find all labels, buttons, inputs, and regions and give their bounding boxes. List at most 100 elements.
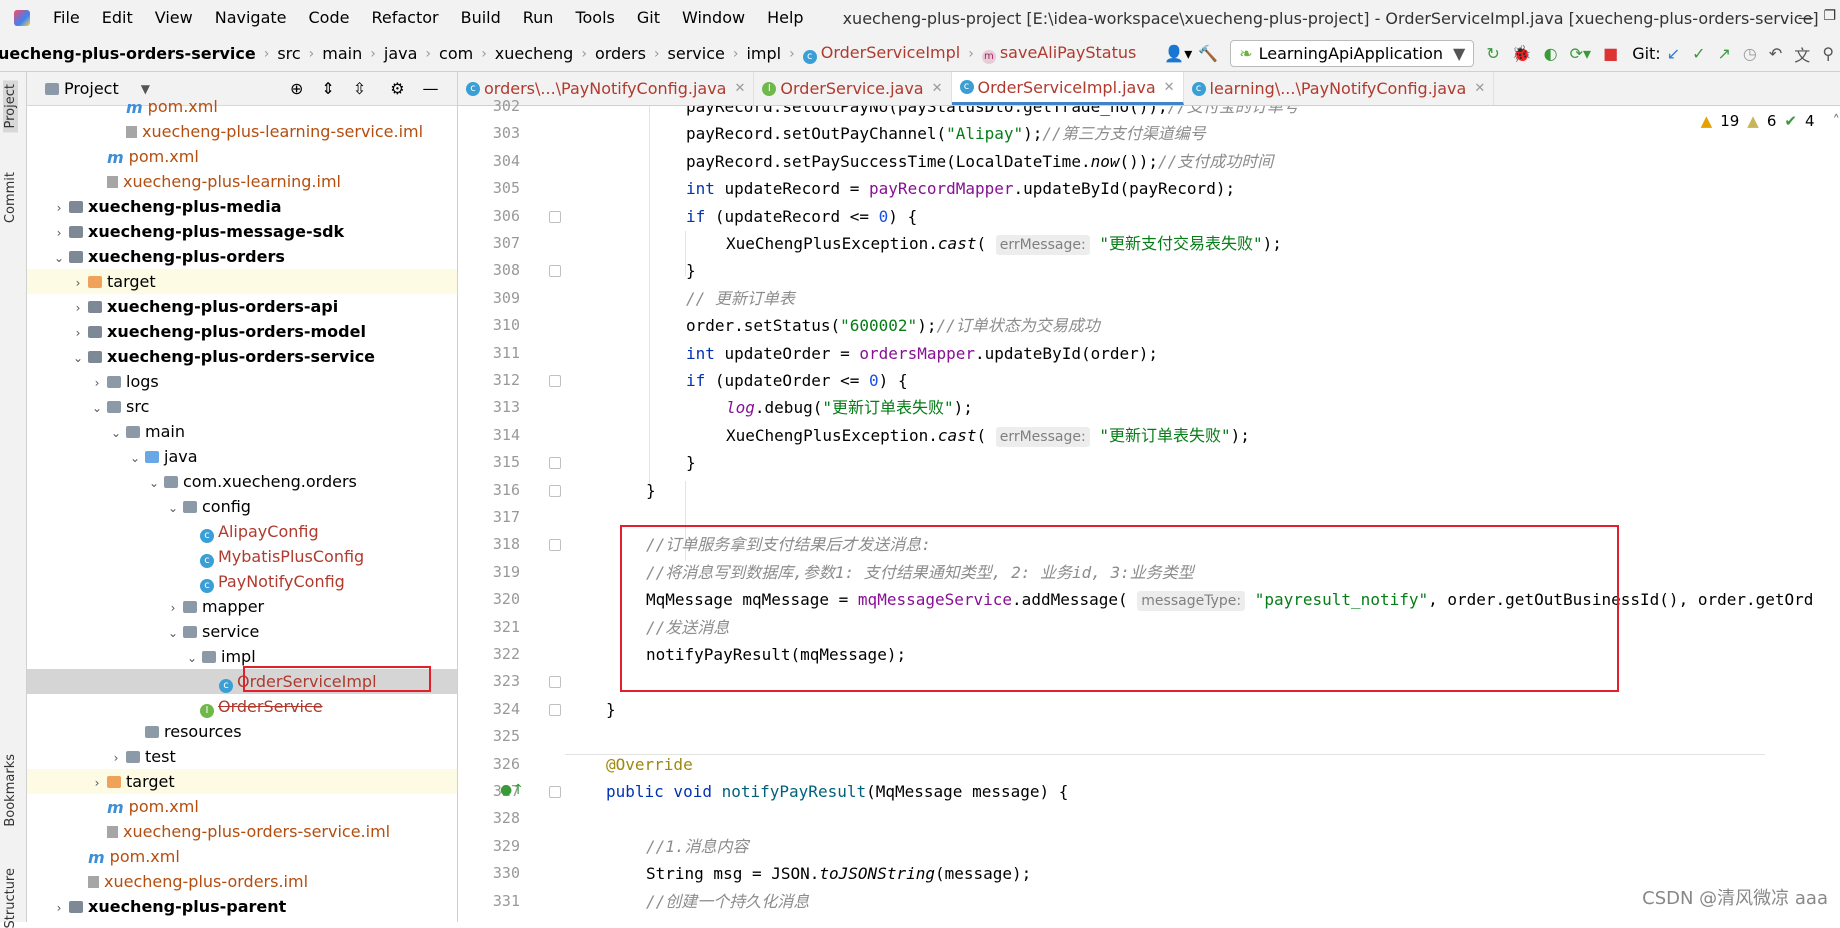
debug-icon[interactable]: 🐞 (1512, 44, 1532, 63)
tree-item[interactable]: xuecheng-plus-orders.iml (27, 869, 457, 894)
tree-item[interactable]: cAlipayConfig (27, 519, 457, 544)
chevron-up-icon[interactable]: ˄ (1833, 112, 1840, 130)
menu-build[interactable]: Build (450, 0, 512, 36)
chevron-down-icon[interactable]: ⌄ (165, 621, 181, 646)
fold-marker-icon[interactable] (549, 211, 561, 223)
tree-item[interactable]: ›test (27, 744, 457, 769)
fold-marker-icon[interactable] (549, 457, 561, 469)
chevron-right-icon[interactable]: › (51, 221, 67, 246)
user-icon[interactable]: 👤▾ (1164, 44, 1192, 63)
tree-item[interactable]: ›target (27, 269, 457, 294)
tree-item[interactable]: ›xuecheng-plus-parent (27, 894, 457, 919)
code-line[interactable]: int updateOrder = ordersMapper.updateByI… (686, 340, 1158, 367)
breadcrumb-item[interactable]: java (380, 44, 422, 63)
code-line[interactable]: log.debug("更新订单表失败"); (726, 394, 973, 421)
chevron-right-icon[interactable]: › (70, 321, 86, 346)
chevron-right-icon[interactable]: › (51, 196, 67, 221)
menu-code[interactable]: Code (298, 0, 361, 36)
fold-marker-icon[interactable] (549, 676, 561, 688)
code-line[interactable]: String msg = JSON.toJSONString(message); (646, 860, 1031, 887)
code-editor[interactable]: payRecord.setOutPayNo(payStatusDto.getTr… (565, 106, 1840, 922)
search-icon[interactable]: ⚲ (1822, 44, 1834, 63)
tree-item[interactable]: IOrderService (27, 694, 457, 719)
rerun-icon[interactable]: ↻ (1486, 44, 1499, 63)
chevron-down-icon[interactable]: ⌄ (146, 471, 162, 496)
breadcrumb-item[interactable]: cOrderServiceImpl (799, 43, 965, 64)
menu-edit[interactable]: Edit (91, 0, 144, 36)
bookmarks-tool-button[interactable]: Bookmarks (3, 754, 18, 827)
code-line[interactable]: } (606, 696, 616, 723)
git-history-icon[interactable]: ◷ (1743, 44, 1757, 63)
git-commit-icon[interactable]: ✓ (1692, 44, 1705, 63)
tree-item[interactable]: cPayNotifyConfig (27, 569, 457, 594)
chevron-right-icon[interactable]: › (51, 896, 67, 921)
chevron-down-icon[interactable]: ⌄ (70, 346, 86, 371)
tree-item[interactable]: ⌄java (27, 444, 457, 469)
tree-item[interactable]: ⌄src (27, 394, 457, 419)
git-push-icon[interactable]: ↗ (1718, 44, 1731, 63)
profile-icon[interactable]: ⟳▾ (1570, 44, 1591, 63)
chevron-right-icon[interactable]: › (165, 596, 181, 621)
chevron-right-icon[interactable]: › (89, 771, 105, 796)
chevron-down-icon[interactable]: ⌄ (127, 446, 143, 471)
tree-item[interactable]: ⌄config (27, 494, 457, 519)
tree-item[interactable]: ›xuecheng-plus-media (27, 194, 457, 219)
chevron-down-icon[interactable]: ⌄ (108, 421, 124, 446)
breadcrumb-item[interactable]: uecheng-plus-orders-service (0, 44, 260, 63)
menu-help[interactable]: Help (756, 0, 814, 36)
breadcrumb-item[interactable]: impl (742, 44, 785, 63)
editor-tab[interactable]: cOrderServiceImpl.java✕ (952, 72, 1184, 105)
tree-item[interactable]: ⌄xuecheng-plus-orders-service (27, 344, 457, 369)
close-tab-icon[interactable]: ✕ (734, 81, 745, 96)
fold-marker-icon[interactable] (549, 375, 561, 387)
chevron-right-icon[interactable]: › (108, 746, 124, 771)
tree-item[interactable]: mpom.xml (27, 94, 457, 119)
close-tab-icon[interactable]: ✕ (1474, 81, 1485, 96)
project-tool-button[interactable]: Project (3, 80, 18, 132)
code-line[interactable]: payRecord.setOutPayNo(payStatusDto.getTr… (686, 106, 1299, 120)
code-line[interactable]: order.setStatus("600002");//订单状态为交易成功 (686, 312, 1100, 339)
tree-item[interactable]: mpom.xml (27, 144, 457, 169)
run-configuration-select[interactable]: ❧ LearningApiApplication ▼ (1230, 40, 1474, 67)
code-line[interactable]: XueChengPlusException.cast( errMessage: … (726, 422, 1250, 449)
stop-icon[interactable]: ■ (1603, 44, 1618, 63)
code-line[interactable]: if (updateRecord <= 0) { (686, 203, 917, 230)
menu-refactor[interactable]: Refactor (360, 0, 449, 36)
code-line[interactable]: } (646, 477, 656, 504)
chevron-right-icon[interactable]: › (89, 371, 105, 396)
tree-item[interactable]: mpom.xml (27, 794, 457, 819)
tree-item[interactable]: ⌄service (27, 619, 457, 644)
tree-item[interactable]: resources (27, 719, 457, 744)
tree-item[interactable]: xuecheng-plus-orders-service.iml (27, 819, 457, 844)
close-tab-icon[interactable]: ✕ (932, 81, 943, 96)
fold-marker-icon[interactable] (549, 704, 561, 716)
fold-marker-icon[interactable] (549, 485, 561, 497)
tree-item[interactable]: ›target (27, 769, 457, 794)
tree-item[interactable]: ⌄main (27, 419, 457, 444)
code-line[interactable]: XueChengPlusException.cast( errMessage: … (726, 230, 1282, 257)
structure-tool-button[interactable]: Structure (3, 868, 18, 928)
chevron-right-icon[interactable]: › (70, 296, 86, 321)
coverage-icon[interactable]: ◐ (1544, 44, 1558, 63)
inspection-widget[interactable]: ▲19 ▲6 ✔4 ˄ (1701, 112, 1840, 130)
tree-item[interactable]: ›xuecheng-plus-message-sdk (27, 219, 457, 244)
code-line[interactable]: public void notifyPayResult(MqMessage me… (606, 778, 1068, 805)
breadcrumb-item[interactable]: orders (591, 44, 650, 63)
code-line[interactable]: payRecord.setOutPayChannel("Alipay");//第… (686, 120, 1206, 147)
editor-tab[interactable]: IOrderService.java✕ (754, 72, 951, 105)
editor-tab[interactable]: clearning\...\PayNotifyConfig.java✕ (1184, 72, 1495, 105)
tree-item[interactable]: ›mapper (27, 594, 457, 619)
tree-item[interactable]: cMybatisPlusConfig (27, 544, 457, 569)
chevron-down-icon[interactable]: ⌄ (184, 646, 200, 671)
tree-item[interactable]: mpom.xml (27, 844, 457, 869)
code-line[interactable]: payRecord.setPaySuccessTime(LocalDateTim… (686, 148, 1273, 175)
code-line[interactable]: } (686, 449, 696, 476)
fold-marker-icon[interactable] (549, 786, 561, 798)
minimize-icon[interactable]: — (1798, 8, 1814, 27)
chevron-down-icon[interactable]: ⌄ (51, 246, 67, 271)
chevron-down-icon[interactable]: ⌄ (165, 496, 181, 521)
menu-window[interactable]: Window (671, 0, 756, 36)
code-line[interactable]: if (updateOrder <= 0) { (686, 367, 908, 394)
menu-navigate[interactable]: Navigate (204, 0, 298, 36)
tree-item[interactable]: xuecheng-plus-learning.iml (27, 169, 457, 194)
